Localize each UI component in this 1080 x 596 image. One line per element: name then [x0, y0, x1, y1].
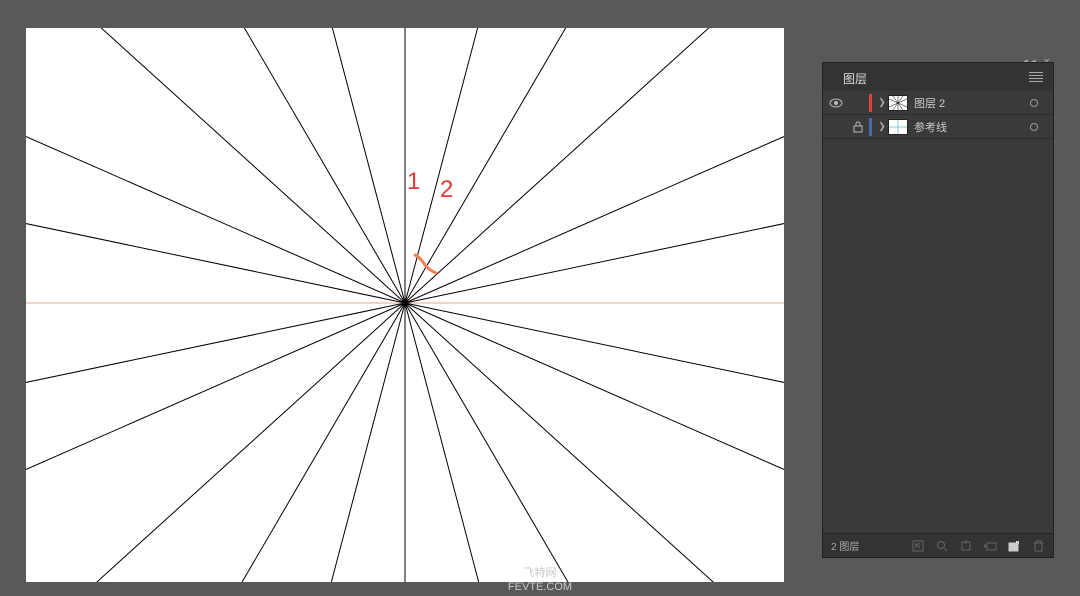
annotation-2: 2	[440, 176, 453, 204]
panel-header: 图层	[823, 63, 1053, 91]
layers-panel: 图层 ❯ 图层 2 ❯	[822, 62, 1054, 558]
layer-thumb	[888, 119, 908, 135]
layer-row[interactable]: ❯ 图层 2	[823, 91, 1053, 115]
layer-thumb	[888, 95, 908, 111]
lock-toggle[interactable]	[849, 121, 867, 133]
delete-icon[interactable]	[1031, 539, 1045, 553]
layers-tab[interactable]: 图层	[833, 62, 877, 93]
visibility-toggle[interactable]	[823, 98, 849, 108]
target-icon[interactable]	[1023, 123, 1045, 131]
layers-list: ❯ 图层 2 ❯ 参考线	[823, 91, 1053, 139]
layer-color	[869, 94, 872, 112]
watermark-line1: 飞特网	[508, 566, 572, 580]
expand-toggle[interactable]: ❯	[876, 121, 888, 132]
canvas[interactable]: 1 2	[26, 28, 784, 582]
layer-color	[869, 118, 872, 136]
panel-body	[823, 139, 1053, 533]
clipping-mask-icon[interactable]	[959, 539, 973, 553]
watermark-line2: FEVTE.COM	[508, 580, 572, 594]
panel-footer: 2 图层	[823, 533, 1053, 557]
search-icon[interactable]	[935, 539, 949, 553]
layer-name[interactable]: 参考线	[914, 119, 1023, 135]
lock-icon	[853, 121, 863, 133]
panel-menu-icon[interactable]	[1029, 72, 1043, 82]
layer-count: 2 图层	[831, 538, 859, 553]
target-icon[interactable]	[1023, 99, 1045, 107]
new-sublayer-icon[interactable]	[983, 539, 997, 553]
annotation-1: 1	[407, 168, 420, 196]
new-layer-icon[interactable]	[1007, 539, 1021, 553]
arc-mark	[412, 253, 438, 275]
locate-object-icon[interactable]	[911, 539, 925, 553]
watermark: 飞特网 FEVTE.COM	[508, 566, 572, 594]
expand-toggle[interactable]: ❯	[876, 97, 888, 108]
layer-name[interactable]: 图层 2	[914, 95, 1023, 111]
layer-row[interactable]: ❯ 参考线	[823, 115, 1053, 139]
eye-icon	[829, 98, 843, 108]
